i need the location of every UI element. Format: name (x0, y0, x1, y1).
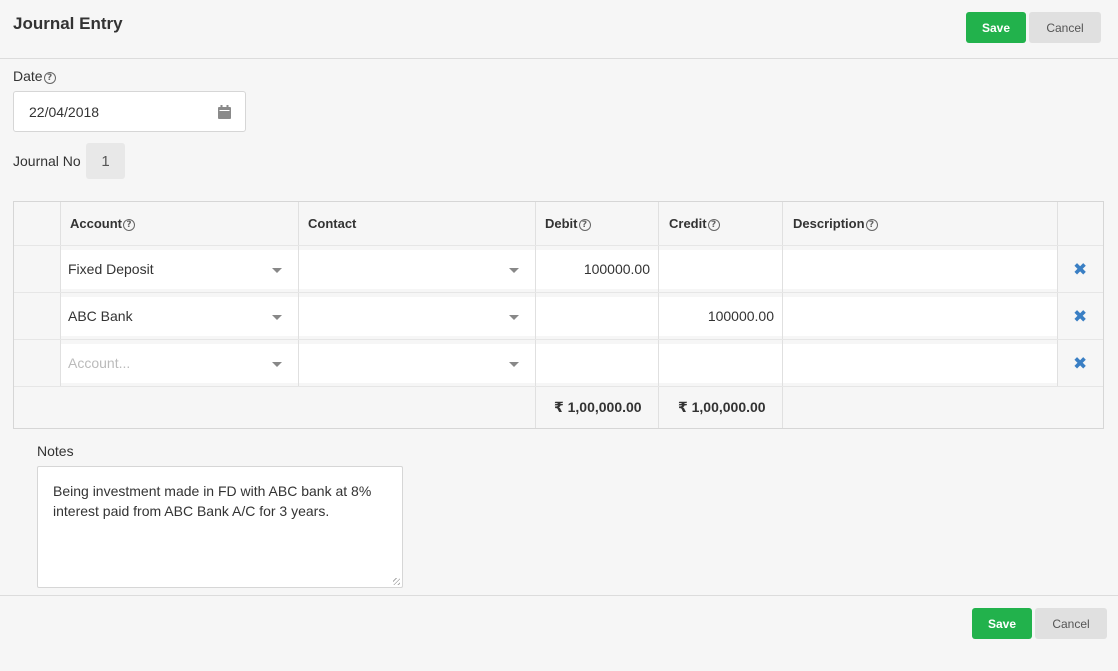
help-icon[interactable]: ? (865, 219, 878, 231)
description-input[interactable] (783, 344, 1057, 383)
column-header-label: Account (70, 216, 122, 231)
notes-textarea[interactable]: Being investment made in FD with ABC ban… (37, 466, 403, 588)
close-icon[interactable]: ✖ (1073, 355, 1087, 372)
description-input[interactable] (783, 297, 1057, 336)
debit-input[interactable] (536, 344, 658, 383)
cancel-button[interactable]: Cancel (1029, 12, 1101, 43)
date-field[interactable]: 22/04/2018 (13, 91, 246, 132)
account-select[interactable]: ABC Bank (61, 297, 298, 336)
close-icon[interactable]: ✖ (1073, 261, 1087, 278)
column-header-label: Credit (669, 216, 707, 231)
credit-input[interactable]: 100000.00 (659, 297, 782, 336)
column-header-debit: Debit? (545, 202, 591, 246)
debit-input[interactable]: 100000.00 (536, 250, 658, 289)
column-header-label: Debit (545, 216, 578, 231)
help-icon[interactable]: ? (123, 219, 135, 231)
debit-input[interactable] (536, 297, 658, 336)
cancel-button[interactable]: Cancel (1035, 608, 1107, 639)
account-placeholder: Account... (68, 355, 131, 371)
column-header-contact: Contact (308, 202, 356, 246)
chevron-down-icon (272, 268, 282, 273)
journal-lines-table: Account? Contact Debit? Credit? Descript… (13, 201, 1104, 429)
save-button[interactable]: Save (966, 12, 1026, 43)
account-value: ABC Bank (68, 308, 133, 324)
chevron-down-icon (509, 362, 519, 367)
page-footer (0, 595, 1118, 671)
debit-value: 100000.00 (583, 261, 650, 277)
column-header-label: Description (793, 216, 865, 231)
column-header-credit: Credit? (669, 202, 720, 246)
credit-input[interactable] (659, 344, 782, 383)
description-input[interactable] (783, 250, 1057, 289)
journal-no-label: Journal No (13, 153, 81, 169)
column-header-label: Contact (308, 216, 357, 231)
total-debit: ₹ 1,00,000.00 (554, 399, 642, 415)
page-title: Journal Entry (13, 14, 123, 33)
help-icon[interactable]: ? (43, 72, 56, 84)
total-credit: ₹ 1,00,000.00 (678, 399, 766, 415)
account-select[interactable]: Account... (61, 344, 298, 383)
chevron-down-icon (272, 362, 282, 367)
account-select[interactable]: Fixed Deposit (61, 250, 298, 289)
save-button[interactable]: Save (972, 608, 1032, 639)
chevron-down-icon (272, 315, 282, 320)
credit-input[interactable] (659, 250, 782, 289)
contact-select[interactable] (299, 344, 535, 383)
date-value: 22/04/2018 (29, 104, 100, 120)
table-row: Fixed Deposit 100000.00 ✖ (14, 245, 1103, 292)
account-value: Fixed Deposit (68, 261, 154, 277)
table-row: ABC Bank 100000.00 ✖ (14, 292, 1103, 339)
close-icon[interactable]: ✖ (1073, 308, 1087, 325)
credit-value: 100000.00 (707, 308, 774, 324)
calendar-icon[interactable] (218, 105, 231, 119)
date-label: Date? (13, 68, 56, 84)
contact-select[interactable] (299, 297, 535, 336)
page-header: Journal Entry Save Cancel (0, 0, 1118, 59)
chevron-down-icon (509, 268, 519, 273)
contact-select[interactable] (299, 250, 535, 289)
date-label-text: Date (13, 68, 43, 84)
column-header-account: Account? (70, 202, 135, 246)
table-row: Account... ✖ (14, 339, 1103, 386)
help-icon[interactable]: ? (578, 219, 591, 231)
help-icon[interactable]: ? (707, 219, 720, 231)
notes-text: Being investment made in FD with ABC ban… (53, 483, 372, 519)
chevron-down-icon (509, 315, 519, 320)
journal-no-value: 1 (86, 143, 125, 179)
resize-handle[interactable] (393, 578, 400, 585)
column-header-description: Description? (793, 202, 878, 246)
notes-label: Notes (37, 443, 74, 459)
